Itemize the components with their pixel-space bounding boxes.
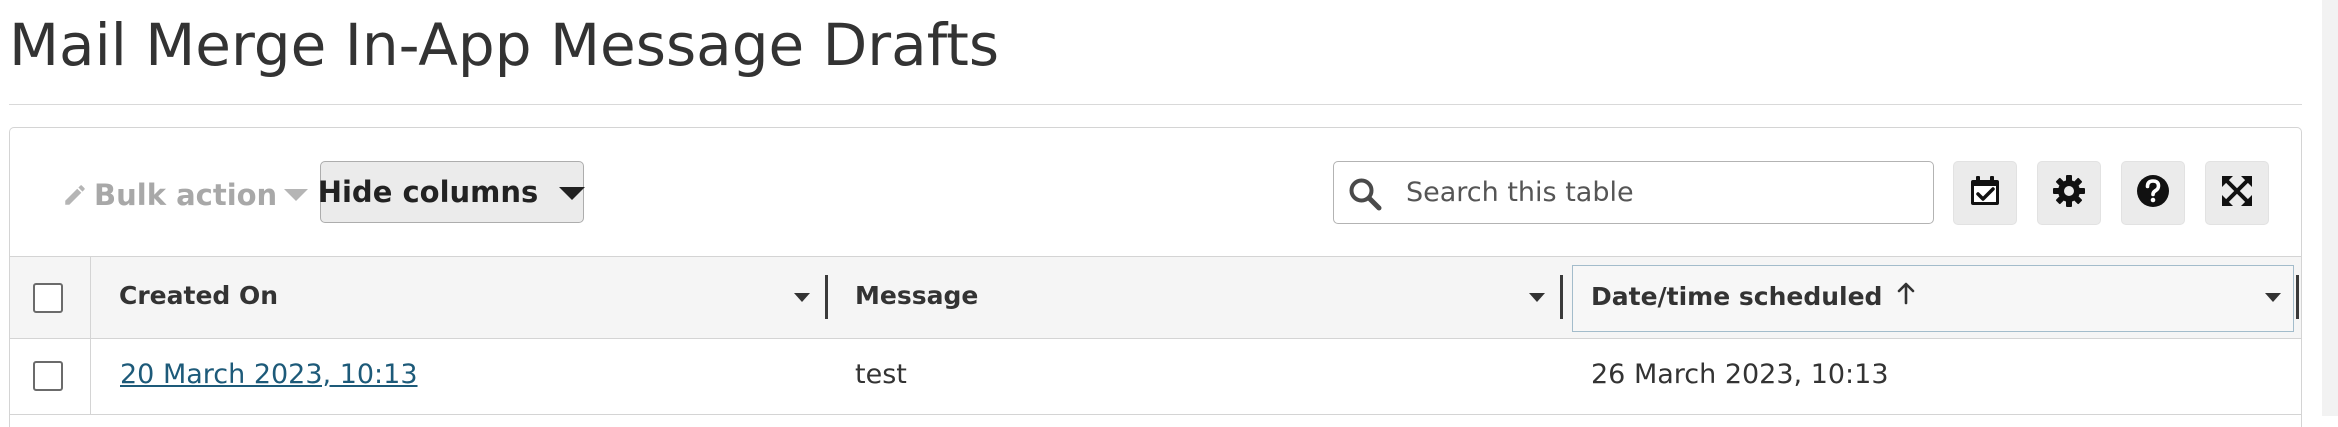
message-menu-icon[interactable] <box>1528 289 1546 308</box>
column-resize-handle[interactable] <box>1560 275 1563 319</box>
column-header-message[interactable]: Message <box>855 281 978 310</box>
column-resize-handle[interactable] <box>825 275 828 319</box>
pencil-icon <box>62 182 88 208</box>
caret-down-icon <box>283 187 309 203</box>
column-divider <box>90 339 91 414</box>
column-divider <box>90 257 91 338</box>
created-on-link[interactable]: 20 March 2023, 10:13 <box>120 359 418 390</box>
select-all-checkbox[interactable] <box>33 283 63 313</box>
hide-columns-label: Hide columns <box>317 175 539 209</box>
calendar-check-icon <box>1968 174 2002 212</box>
table-panel: Bulk action Hide columns Search this tab… <box>9 127 2302 427</box>
search-icon <box>1348 177 1382 215</box>
gear-icon <box>2051 173 2087 213</box>
column-header-date-time-scheduled-label: Date/time scheduled <box>1591 281 1916 311</box>
page-scrollbar-track[interactable] <box>2322 0 2338 416</box>
help-button[interactable] <box>2121 161 2185 225</box>
title-divider <box>9 104 2302 105</box>
table-header: Created On Message Date/time scheduled <box>10 256 2301 339</box>
sort-ascending-icon <box>1896 281 1916 311</box>
question-circle-icon <box>2135 173 2171 213</box>
scheduled-cell: 26 March 2023, 10:13 <box>1591 359 1889 390</box>
column-header-created-on[interactable]: Created On <box>119 281 278 310</box>
page-title: Mail Merge In-App Message Drafts <box>9 11 1000 79</box>
row-select-checkbox[interactable] <box>33 361 63 391</box>
table-row: 20 March 2023, 10:13 test 26 March 2023,… <box>10 339 2301 415</box>
table-settings-button[interactable] <box>2037 161 2101 225</box>
date-time-scheduled-menu-icon[interactable] <box>2264 289 2282 308</box>
expand-icon <box>2219 173 2255 213</box>
bulk-action-label: Bulk action <box>94 178 278 212</box>
search-input[interactable] <box>1406 170 1921 214</box>
column-resize-handle[interactable] <box>2296 275 2299 319</box>
table-search <box>1333 161 1934 224</box>
caret-down-icon <box>558 175 586 209</box>
scheduled-filter-button[interactable] <box>1953 161 2017 225</box>
bulk-action-button[interactable]: Bulk action <box>62 175 309 215</box>
message-cell: test <box>855 359 907 390</box>
fullscreen-button[interactable] <box>2205 161 2269 225</box>
hide-columns-button[interactable]: Hide columns <box>317 161 586 223</box>
created-on-menu-icon[interactable] <box>793 289 811 308</box>
